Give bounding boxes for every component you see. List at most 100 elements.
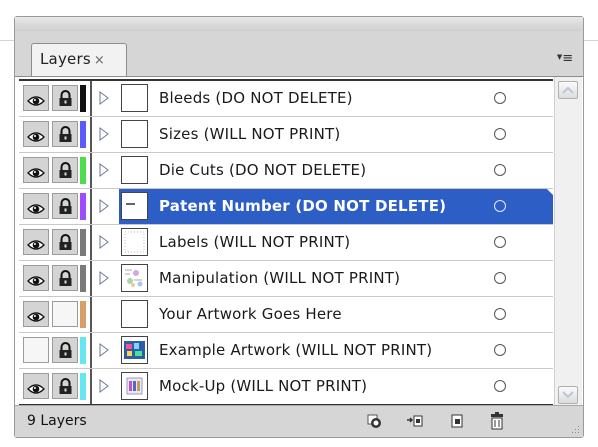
target-circle-icon[interactable]: [494, 272, 506, 284]
eye-icon: [27, 164, 45, 178]
panel-tab-row: Layers × ▼≡: [15, 31, 583, 77]
lock-icon: [58, 198, 73, 215]
eye-icon: [27, 308, 45, 322]
close-icon[interactable]: ×: [94, 53, 105, 68]
new-layer-icon: [451, 414, 463, 428]
target-circle-icon[interactable]: [494, 380, 506, 392]
layer-color-swatch: [80, 121, 86, 148]
lock-toggle[interactable]: [52, 229, 78, 255]
layers-list: Bleeds (DO NOT DELETE) Sizes (WILL NOT PR…: [19, 79, 559, 406]
column-divider: [90, 117, 92, 152]
layer-row[interactable]: Bleeds (DO NOT DELETE): [19, 81, 553, 117]
layer-row[interactable]: Your Artwork Goes Here: [19, 297, 553, 333]
target-circle-icon[interactable]: [494, 236, 506, 248]
layer-name[interactable]: Example Artwork (WILL NOT PRINT): [159, 341, 432, 359]
lock-icon: [58, 270, 73, 287]
column-divider: [90, 81, 92, 116]
target-circle-icon[interactable]: [494, 344, 506, 356]
layer-name[interactable]: Labels (WILL NOT PRINT): [159, 233, 350, 251]
visibility-toggle[interactable]: [23, 121, 49, 147]
panel-titlebar[interactable]: [15, 17, 583, 32]
lock-icon: [58, 90, 73, 107]
target-circle-icon[interactable]: [494, 164, 506, 176]
panel-footer: 9 Layers: [15, 405, 583, 437]
vertical-scrollbar[interactable]: [554, 77, 582, 406]
lock-toggle[interactable]: [52, 265, 78, 291]
visibility-toggle[interactable]: [23, 373, 49, 399]
layer-row[interactable]: Labels (WILL NOT PRINT): [19, 225, 553, 261]
layer-color-swatch: [80, 157, 86, 184]
target-circle-icon[interactable]: [494, 128, 506, 140]
column-divider: [90, 189, 92, 224]
layer-color-swatch: [80, 85, 86, 112]
layer-color-swatch: [80, 229, 86, 256]
tab-layers[interactable]: Layers ×: [31, 43, 127, 76]
layer-row[interactable]: Manipulation (WILL NOT PRINT): [19, 261, 553, 297]
layer-thumbnail: [121, 300, 148, 328]
lock-icon: [58, 378, 73, 395]
column-divider: [90, 225, 92, 260]
layer-thumbnail: [121, 192, 148, 220]
eye-icon: [27, 272, 45, 286]
layer-thumbnail: [121, 336, 148, 364]
layer-name[interactable]: Bleeds (DO NOT DELETE): [159, 89, 353, 107]
layer-name[interactable]: Manipulation (WILL NOT PRINT): [159, 269, 400, 287]
layer-row[interactable]: Die Cuts (DO NOT DELETE): [19, 153, 553, 189]
layer-name[interactable]: Your Artwork Goes Here: [159, 305, 342, 323]
layer-row[interactable]: Sizes (WILL NOT PRINT): [19, 117, 553, 153]
layer-name[interactable]: Patent Number (DO NOT DELETE): [159, 197, 446, 215]
layer-thumbnail: [121, 156, 148, 184]
lock-toggle[interactable]: [52, 85, 78, 111]
visibility-toggle[interactable]: [23, 85, 49, 111]
layer-thumbnail: [121, 264, 148, 292]
visibility-toggle[interactable]: [23, 301, 49, 327]
scroll-down-button[interactable]: [558, 386, 578, 404]
lock-toggle[interactable]: [52, 337, 78, 363]
eye-icon: [27, 128, 45, 142]
lock-toggle[interactable]: [52, 373, 78, 399]
target-circle-icon[interactable]: [494, 92, 506, 104]
delete-layer-button[interactable]: [487, 412, 507, 430]
visibility-toggle[interactable]: [23, 193, 49, 219]
lock-toggle[interactable]: [52, 121, 78, 147]
layer-thumbnail: [121, 84, 148, 112]
eye-icon: [27, 236, 45, 250]
column-divider: [90, 261, 92, 296]
lock-toggle[interactable]: [52, 193, 78, 219]
trash-icon: [491, 412, 503, 430]
eye-icon: [27, 200, 45, 214]
scroll-up-button[interactable]: [558, 81, 578, 99]
layer-count-label: 9 Layers: [27, 413, 87, 429]
lock-icon: [58, 126, 73, 143]
visibility-toggle[interactable]: [23, 157, 49, 183]
visibility-toggle[interactable]: [23, 229, 49, 255]
layer-row[interactable]: Patent Number (DO NOT DELETE): [19, 189, 559, 225]
target-circle-icon[interactable]: [494, 200, 506, 212]
column-divider: [90, 153, 92, 188]
layer-row[interactable]: Mock-Up (WILL NOT PRINT): [19, 369, 553, 404]
layer-name[interactable]: Mock-Up (WILL NOT PRINT): [159, 377, 367, 395]
layers-list-area: Bleeds (DO NOT DELETE) Sizes (WILL NOT PR…: [15, 76, 583, 407]
chevron-down-icon: [562, 391, 574, 399]
eye-icon: [27, 380, 45, 394]
column-divider: [90, 333, 92, 368]
lock-toggle[interactable]: [52, 157, 78, 183]
layer-name[interactable]: Die Cuts (DO NOT DELETE): [159, 161, 366, 179]
layer-name[interactable]: Sizes (WILL NOT PRINT): [159, 125, 340, 143]
lock-icon: [58, 162, 73, 179]
layer-row[interactable]: Example Artwork (WILL NOT PRINT): [19, 333, 553, 369]
layer-color-swatch: [80, 265, 86, 292]
panel-menu-button[interactable]: ▼≡: [555, 51, 575, 67]
visibility-toggle[interactable]: [23, 265, 49, 291]
lock-toggle[interactable]: [52, 301, 78, 327]
resize-grip-icon[interactable]: [570, 424, 580, 434]
layers-panel: Layers × ▼≡ Bleeds (DO NOT DELETE) Sizes (…: [14, 16, 584, 438]
chevron-up-icon: [562, 86, 574, 94]
target-circle-icon[interactable]: [494, 308, 506, 320]
create-new-layer-button[interactable]: [447, 412, 467, 430]
make-clipping-mask-button[interactable]: [365, 412, 385, 430]
clipping-mask-icon: [367, 414, 381, 428]
layer-color-swatch: [80, 301, 86, 328]
visibility-toggle[interactable]: [23, 337, 49, 363]
create-sublayer-button[interactable]: [405, 412, 425, 430]
